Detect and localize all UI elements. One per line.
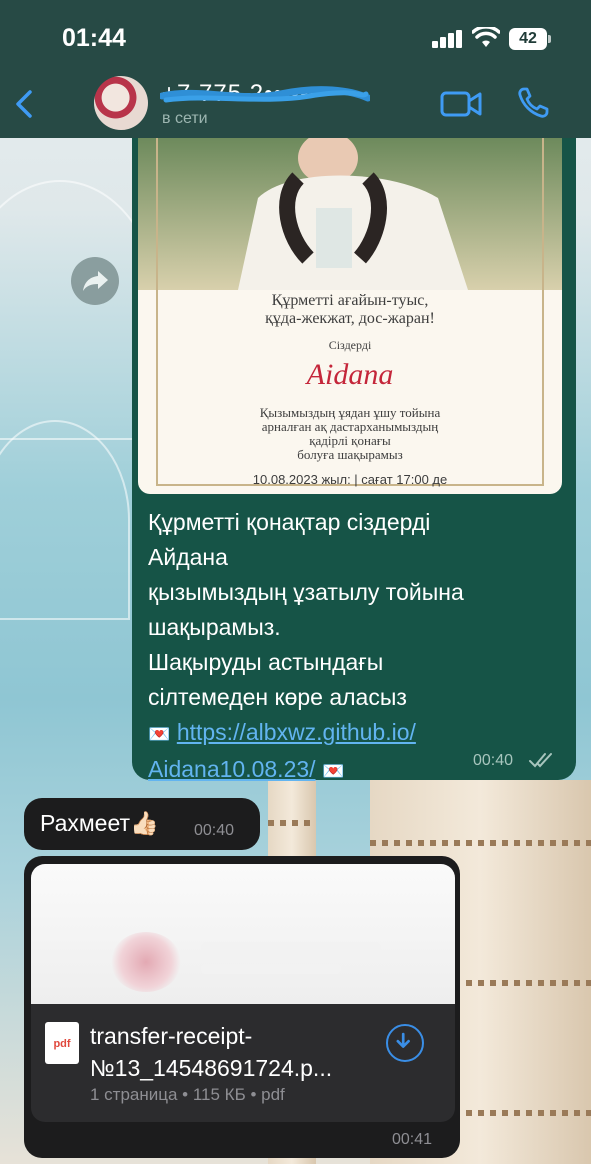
invitation-image[interactable]: Құрметті ағайын-туыс, құда-жекжат, дос-ж… bbox=[138, 138, 562, 494]
preview-blur bbox=[111, 932, 181, 992]
file-preview[interactable] bbox=[31, 864, 455, 1004]
invitation-greeting: Құрметті ағайын-туыс, құда-жекжат, дос-ж… bbox=[265, 292, 435, 327]
invitation-name: Aidana bbox=[306, 358, 394, 391]
invitation-date: 10.08.2023 жыл: | сағат 17:00 де bbox=[252, 472, 448, 487]
read-check-icon bbox=[529, 753, 552, 768]
invitation-sizderdi: Сіздерді bbox=[328, 338, 372, 352]
invitation-link-continued[interactable]: Aidana10.08.23/ bbox=[148, 756, 316, 782]
wallpaper-arch bbox=[0, 420, 130, 620]
heart-letter-icon: 💌 bbox=[148, 724, 171, 744]
chat-header: +7 775 2•• •••• в сети bbox=[0, 72, 591, 138]
phone-icon[interactable] bbox=[516, 86, 550, 120]
pdf-file-icon: pdf bbox=[45, 1022, 79, 1064]
file-name: transfer-receipt- №13_14548691724.p... bbox=[90, 1023, 333, 1081]
status-bar: 01:44 42 bbox=[0, 0, 591, 72]
outgoing-message-time: 00:40 bbox=[473, 752, 514, 769]
back-icon[interactable] bbox=[10, 86, 40, 122]
outgoing-message-text: Құрметті қонақтар сіздерді Айдана қызымы… bbox=[148, 509, 464, 782]
incoming-message-text: Рахмеет👍🏻 bbox=[40, 810, 159, 836]
invitation-link[interactable]: https://albxwz.github.io/ bbox=[177, 719, 416, 745]
cellular-signal-icon bbox=[432, 30, 464, 48]
file-meta: 1 страница • 115 КБ • pdf bbox=[90, 1085, 285, 1104]
contact-status: в сети bbox=[162, 110, 208, 127]
status-time: 01:44 bbox=[62, 24, 126, 52]
forward-icon[interactable] bbox=[71, 257, 119, 305]
incoming-file-time: 00:41 bbox=[392, 1131, 433, 1148]
wifi-icon bbox=[472, 27, 500, 47]
avatar[interactable] bbox=[94, 76, 148, 130]
download-icon[interactable] bbox=[386, 1024, 424, 1062]
preview-blur bbox=[201, 942, 381, 952]
battery-indicator: 42 bbox=[509, 28, 547, 50]
heart-letter-icon: 💌 bbox=[321, 761, 345, 781]
invitation-text: Қызымыздың ұядан ұшу тойына арналған ақ … bbox=[259, 405, 441, 462]
battery-tip bbox=[548, 35, 551, 43]
redaction-scribble bbox=[160, 86, 370, 103]
preview-blur bbox=[201, 964, 341, 974]
video-call-icon[interactable] bbox=[440, 90, 482, 118]
incoming-message-time: 00:40 bbox=[194, 822, 235, 839]
